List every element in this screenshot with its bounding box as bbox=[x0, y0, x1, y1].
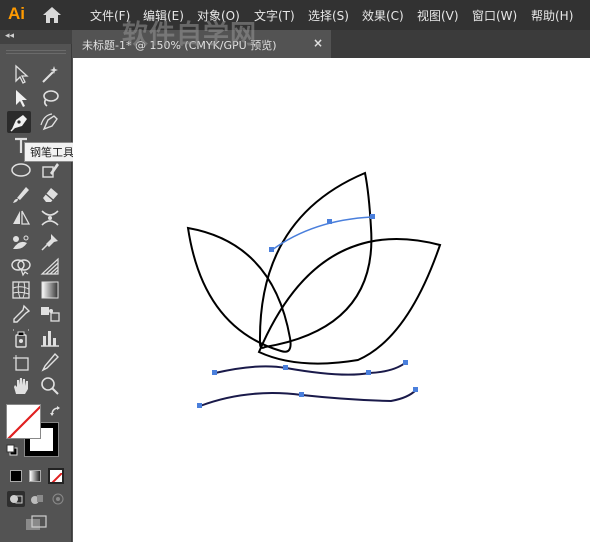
direct-selection-tool-icon[interactable] bbox=[9, 87, 33, 109]
pen-tool-icon[interactable] bbox=[7, 111, 31, 133]
right-petal-path[interactable] bbox=[257, 238, 442, 365]
draw-behind-button[interactable] bbox=[28, 491, 46, 507]
close-icon[interactable]: × bbox=[313, 36, 323, 50]
symbol-sprayer-tool-icon[interactable] bbox=[9, 327, 33, 349]
reflect-tool-icon[interactable] bbox=[9, 207, 33, 229]
menu-help[interactable]: 帮助(H) bbox=[531, 7, 573, 24]
fill-swatch[interactable] bbox=[6, 404, 41, 439]
color-mode-button[interactable] bbox=[10, 470, 22, 482]
menu-window[interactable]: 窗口(W) bbox=[472, 7, 517, 24]
puppet-warp-tool-icon[interactable] bbox=[9, 231, 33, 253]
app-logo: Ai bbox=[8, 4, 25, 23]
gradient-mode-button[interactable] bbox=[29, 470, 41, 482]
menu-bar: Ai 文件(F) 编辑(E) 对象(O) 文字(T) 选择(S) 效果(C) 视… bbox=[0, 0, 590, 30]
tools-panel-header: ◂◂ bbox=[0, 30, 72, 44]
width-tool-icon[interactable] bbox=[38, 207, 62, 229]
column-graph-tool-icon[interactable] bbox=[38, 327, 62, 349]
default-colors-icon[interactable] bbox=[6, 444, 18, 456]
collapse-panel-icon[interactable]: ◂◂ bbox=[5, 31, 14, 41]
shaper-tool-icon[interactable] bbox=[38, 159, 62, 181]
menu-select[interactable]: 选择(S) bbox=[308, 7, 349, 24]
left-petal-path[interactable] bbox=[186, 226, 292, 353]
swap-colors-icon[interactable] bbox=[49, 405, 63, 419]
tools-panel: ◂◂ bbox=[0, 30, 72, 542]
artboard-tool-icon[interactable] bbox=[9, 351, 33, 373]
panel-grip[interactable] bbox=[6, 50, 66, 54]
eyedropper-tool-icon[interactable] bbox=[9, 303, 33, 325]
wave-line-lower[interactable] bbox=[199, 389, 417, 407]
blend-tool-icon[interactable] bbox=[38, 303, 62, 325]
ellipse-tool-icon[interactable] bbox=[9, 159, 33, 181]
menu-view[interactable]: 视图(V) bbox=[417, 7, 459, 24]
perspective-grid-tool-icon[interactable] bbox=[38, 255, 62, 277]
zoom-tool-icon[interactable] bbox=[38, 375, 62, 397]
wave-line-upper[interactable] bbox=[214, 362, 406, 376]
paintbrush-tool-icon[interactable] bbox=[9, 183, 33, 205]
mesh-tool-icon[interactable] bbox=[9, 279, 33, 301]
eraser-tool-icon[interactable] bbox=[38, 183, 62, 205]
gradient-tool-icon[interactable] bbox=[38, 279, 62, 301]
pin-tool-icon[interactable] bbox=[38, 231, 62, 253]
none-mode-button[interactable] bbox=[48, 468, 64, 484]
draw-normal-button[interactable] bbox=[7, 491, 25, 507]
slice-tool-icon[interactable] bbox=[38, 351, 62, 373]
curvature-tool-icon[interactable] bbox=[38, 111, 62, 133]
shape-builder-tool-icon[interactable] bbox=[9, 255, 33, 277]
lasso-tool-icon[interactable] bbox=[38, 87, 62, 109]
screen-mode-button[interactable] bbox=[24, 514, 48, 532]
menu-effect[interactable]: 效果(C) bbox=[362, 7, 404, 24]
selection-tool-icon[interactable] bbox=[9, 63, 33, 85]
menu-type[interactable]: 文字(T) bbox=[254, 7, 295, 24]
home-icon[interactable] bbox=[42, 6, 62, 24]
center-petal-path[interactable] bbox=[258, 171, 373, 349]
magic-wand-tool-icon[interactable] bbox=[38, 63, 62, 85]
watermark: 软件自学网 bbox=[122, 20, 258, 50]
artboard-canvas[interactable] bbox=[73, 58, 590, 542]
draw-inside-button[interactable] bbox=[49, 491, 67, 507]
lotus-artwork bbox=[186, 171, 442, 408]
hand-tool-icon[interactable] bbox=[9, 375, 33, 397]
